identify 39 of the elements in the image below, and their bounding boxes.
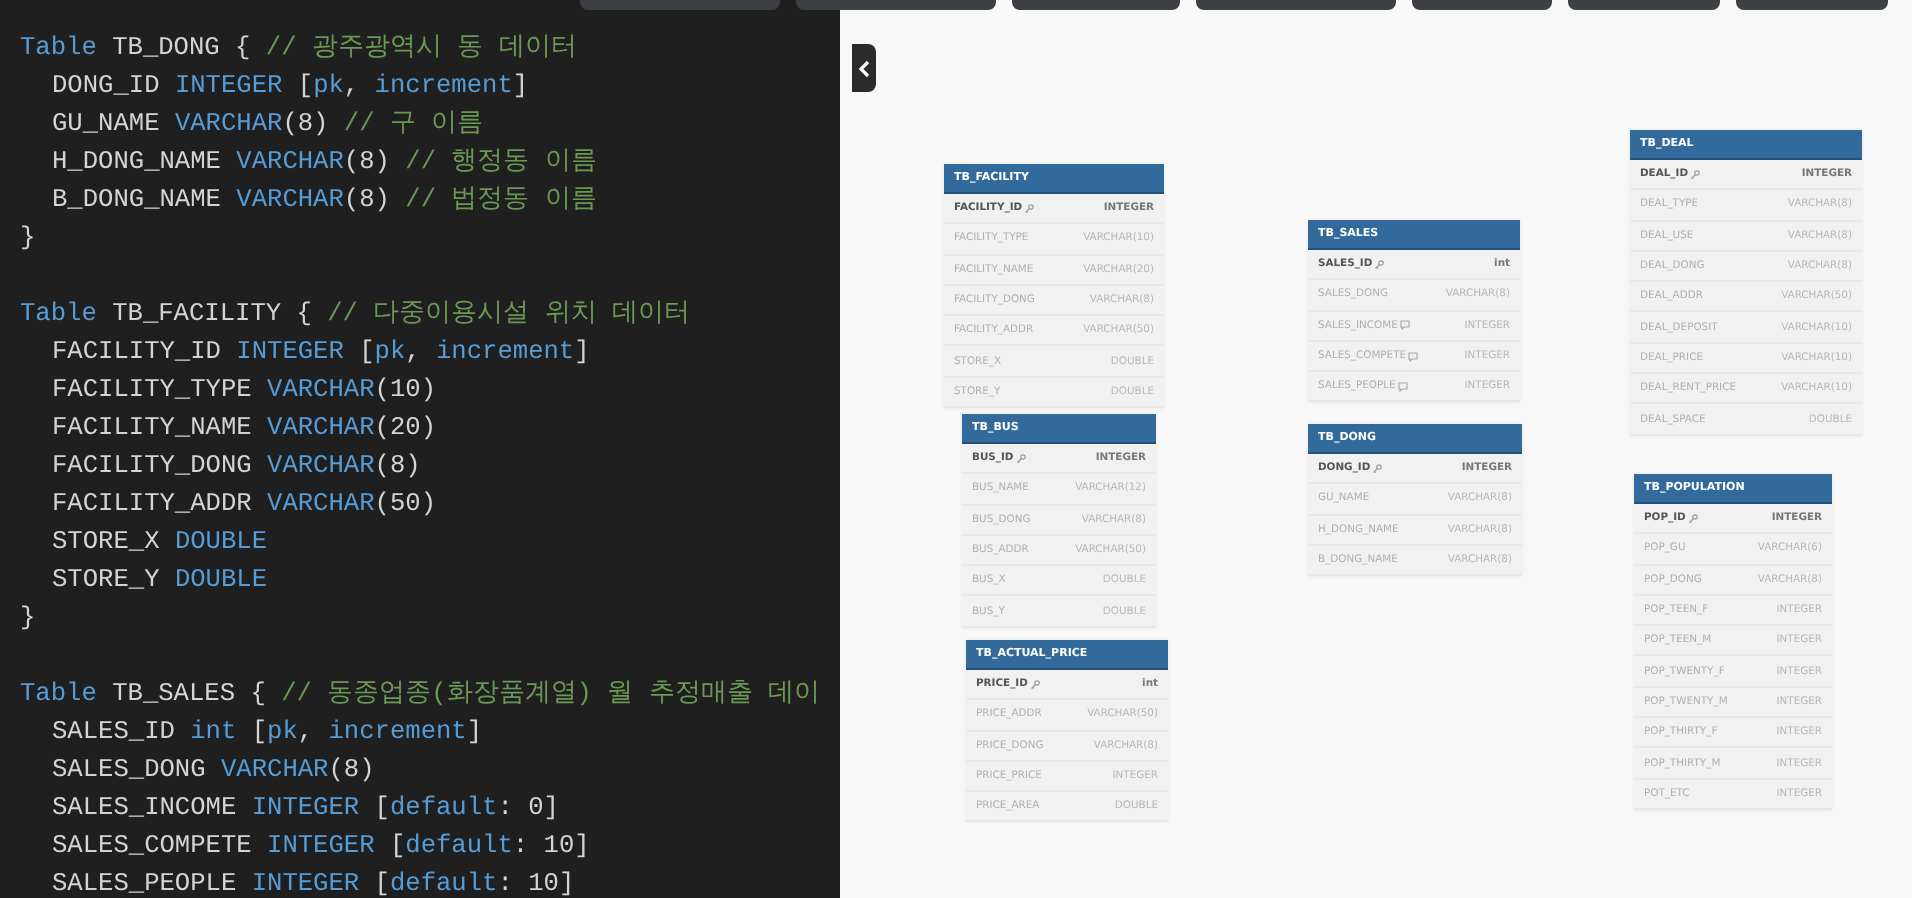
key-icon — [1690, 169, 1700, 180]
note-icon — [1397, 381, 1408, 392]
code-line: Table TB_SALES { // 동종업종(화장품계열) 월 추정매출 데이 — [18, 676, 822, 712]
code-line: STORE_X DOUBLE — [50, 524, 270, 560]
key-icon — [1372, 463, 1383, 474]
key-icon — [1029, 679, 1040, 690]
note-icon — [1408, 351, 1419, 362]
toolbar-button[interactable] — [1568, 0, 1720, 10]
code-line: SALES_COMPETE INTEGER [default: 10] — [50, 828, 592, 864]
code-line: SALES_DONG VARCHAR(8) — [50, 752, 377, 788]
code-line: H_DONG_NAME VARCHAR(8) // 행정동 이름 — [50, 144, 599, 180]
code-line: SALES_ID int [pk, increment] — [50, 714, 485, 750]
code-line: FACILITY_ADDR VARCHAR(50) — [50, 486, 438, 522]
key-icon — [1687, 513, 1698, 524]
chevron-left-icon — [858, 59, 870, 77]
code-line: STORE_Y DOUBLE — [50, 562, 270, 598]
code-line: FACILITY_ID INTEGER [pk, increment] — [50, 334, 592, 370]
toolbar-button[interactable] — [1736, 0, 1888, 10]
code-line: DONG_ID INTEGER [pk, increment] — [50, 68, 531, 104]
toolbar-button[interactable] — [1412, 0, 1552, 10]
code-line: GU_NAME VARCHAR(8) // 구 이름 — [50, 106, 486, 142]
toolbar-button[interactable] — [1012, 0, 1180, 10]
table-card[interactable] — [1634, 474, 1832, 810]
code-line: B_DONG_NAME VARCHAR(8) // 법정동 이름 — [50, 182, 599, 218]
code-line: SALES_PEOPLE INTEGER [default: 10] — [50, 866, 577, 898]
key-icon — [1024, 203, 1035, 214]
table-card[interactable] — [1630, 130, 1862, 436]
code-line: } — [18, 220, 38, 256]
key-icon — [1374, 259, 1385, 270]
code-line: Table TB_FACILITY { // 다중이용시설 위치 데이터 — [18, 296, 693, 332]
code-line: FACILITY_NAME VARCHAR(20) — [50, 410, 438, 446]
code-line: FACILITY_TYPE VARCHAR(10) — [50, 372, 438, 408]
code-line: SALES_INCOME INTEGER [default: 0] — [50, 790, 561, 826]
collapse-button[interactable] — [852, 44, 876, 92]
note-icon — [1399, 320, 1410, 331]
code-line: FACILITY_DONG VARCHAR(8) — [50, 448, 423, 484]
key-icon — [1015, 453, 1026, 464]
code-line: } — [18, 600, 38, 636]
code-line: Table TB_DONG { // 광주광역시 동 데이터 — [18, 30, 579, 66]
